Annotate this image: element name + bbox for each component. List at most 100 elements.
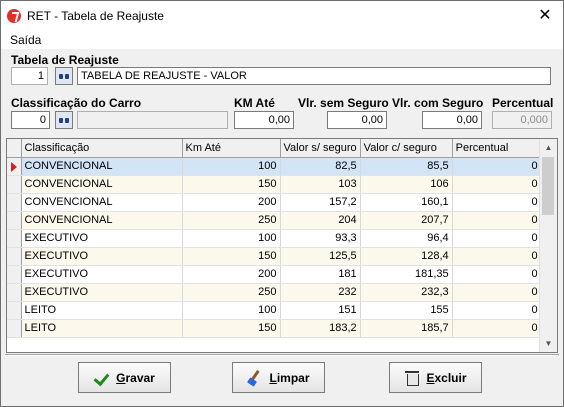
col-classificacao[interactable]: Classificação bbox=[21, 139, 183, 158]
cell-km-ate[interactable]: 200 bbox=[182, 193, 281, 212]
table-row[interactable]: EXECUTIVO 100 93,3 96,4 0 bbox=[7, 229, 542, 248]
table-row[interactable]: LEITO 100 151 155 0 bbox=[7, 301, 542, 320]
row-indicator[interactable] bbox=[7, 157, 22, 176]
cell-classificacao[interactable]: EXECUTIVO bbox=[21, 283, 183, 302]
limpar-button[interactable]: Limpar bbox=[232, 362, 325, 393]
table-row[interactable]: CONVENCIONAL 250 204 207,7 0 bbox=[7, 211, 542, 230]
cell-valor-sem-seguro[interactable]: 181 bbox=[280, 265, 361, 284]
row-indicator[interactable] bbox=[7, 211, 22, 230]
table-row[interactable]: EXECUTIVO 250 232 232,3 0 bbox=[7, 283, 542, 302]
row-indicator[interactable] bbox=[7, 229, 22, 248]
cell-classificacao[interactable]: CONVENCIONAL bbox=[21, 175, 183, 194]
cell-valor-com-seguro[interactable]: 185,7 bbox=[360, 319, 453, 338]
cell-valor-com-seguro[interactable]: 181,35 bbox=[360, 265, 453, 284]
row-indicator[interactable] bbox=[7, 247, 22, 266]
table-row[interactable]: EXECUTIVO 200 181 181,35 0 bbox=[7, 265, 542, 284]
cell-percentual[interactable]: 0 bbox=[452, 175, 542, 194]
cell-percentual[interactable]: 0 bbox=[452, 247, 542, 266]
reajuste-grid[interactable]: Classificação Km Até Valor s/ seguro Val… bbox=[6, 138, 558, 353]
tabela-label: Tabela de Reajuste bbox=[11, 53, 119, 67]
gravar-button[interactable]: Gravar bbox=[78, 362, 171, 393]
cell-classificacao[interactable]: EXECUTIVO bbox=[21, 265, 183, 284]
cell-valor-sem-seguro[interactable]: 183,2 bbox=[280, 319, 361, 338]
close-icon[interactable]: ✕ bbox=[527, 1, 563, 31]
scroll-up-icon[interactable]: ▲ bbox=[540, 139, 557, 156]
window-title: RET - Tabela de Reajuste bbox=[27, 9, 164, 23]
cell-km-ate[interactable]: 100 bbox=[182, 301, 281, 320]
col-valor-com-seguro[interactable]: Valor c/ seguro bbox=[360, 139, 453, 158]
cell-valor-com-seguro[interactable]: 85,5 bbox=[360, 157, 453, 176]
cell-valor-sem-seguro[interactable]: 93,3 bbox=[280, 229, 361, 248]
menu-item-saida[interactable]: Saída bbox=[10, 33, 41, 47]
cell-percentual[interactable]: 0 bbox=[452, 265, 542, 284]
table-row[interactable]: CONVENCIONAL 150 103 106 0 bbox=[7, 175, 542, 194]
classificacao-description-field bbox=[77, 111, 228, 129]
cell-valor-com-seguro[interactable]: 207,7 bbox=[360, 211, 453, 230]
cell-valor-com-seguro[interactable]: 96,4 bbox=[360, 229, 453, 248]
row-indicator[interactable] bbox=[7, 319, 22, 338]
cell-percentual[interactable]: 0 bbox=[452, 229, 542, 248]
cell-percentual[interactable]: 0 bbox=[452, 193, 542, 212]
col-km-ate[interactable]: Km Até bbox=[182, 139, 281, 158]
cell-valor-sem-seguro[interactable]: 151 bbox=[280, 301, 361, 320]
cell-classificacao[interactable]: LEITO bbox=[21, 319, 183, 338]
cell-valor-sem-seguro[interactable]: 232 bbox=[280, 283, 361, 302]
tabela-code-field[interactable]: 1 bbox=[11, 67, 48, 85]
excluir-button[interactable]: Excluir bbox=[389, 362, 482, 393]
table-row[interactable]: EXECUTIVO 150 125,5 128,4 0 bbox=[7, 247, 542, 266]
cell-classificacao[interactable]: LEITO bbox=[21, 301, 183, 320]
cell-valor-com-seguro[interactable]: 232,3 bbox=[360, 283, 453, 302]
classificacao-lookup-button[interactable] bbox=[55, 111, 73, 129]
row-indicator[interactable] bbox=[7, 265, 22, 284]
cell-percentual[interactable]: 0 bbox=[452, 301, 542, 320]
cell-percentual[interactable]: 0 bbox=[452, 157, 542, 176]
cell-classificacao[interactable]: EXECUTIVO bbox=[21, 247, 183, 266]
cell-percentual[interactable]: 0 bbox=[452, 283, 542, 302]
col-valor-sem-seguro[interactable]: Valor s/ seguro bbox=[280, 139, 361, 158]
table-row[interactable]: CONVENCIONAL 100 82,5 85,5 0 bbox=[7, 157, 542, 176]
cell-km-ate[interactable]: 100 bbox=[182, 157, 281, 176]
cell-classificacao[interactable]: EXECUTIVO bbox=[21, 229, 183, 248]
cell-valor-sem-seguro[interactable]: 204 bbox=[280, 211, 361, 230]
cell-valor-sem-seguro[interactable]: 103 bbox=[280, 175, 361, 194]
cell-valor-sem-seguro[interactable]: 157,2 bbox=[280, 193, 361, 212]
cell-valor-sem-seguro[interactable]: 125,5 bbox=[280, 247, 361, 266]
cell-km-ate[interactable]: 200 bbox=[182, 265, 281, 284]
cell-valor-com-seguro[interactable]: 128,4 bbox=[360, 247, 453, 266]
cell-valor-sem-seguro[interactable]: 82,5 bbox=[280, 157, 361, 176]
cell-km-ate[interactable]: 150 bbox=[182, 319, 281, 338]
cell-valor-com-seguro[interactable]: 106 bbox=[360, 175, 453, 194]
vlr-sem-seguro-field[interactable]: 0,00 bbox=[327, 111, 387, 129]
cell-km-ate[interactable]: 150 bbox=[182, 247, 281, 266]
binoculars-icon bbox=[59, 116, 69, 124]
percentual-label: Percentual bbox=[492, 96, 554, 110]
cell-classificacao[interactable]: CONVENCIONAL bbox=[21, 157, 183, 176]
scroll-down-icon[interactable]: ▼ bbox=[540, 335, 557, 352]
cell-classificacao[interactable]: CONVENCIONAL bbox=[21, 193, 183, 212]
tabela-lookup-button[interactable] bbox=[55, 67, 73, 85]
table-row[interactable]: LEITO 150 183,2 185,7 0 bbox=[7, 319, 542, 338]
cell-percentual[interactable]: 0 bbox=[452, 319, 542, 338]
vlr-com-seguro-field[interactable]: 0,00 bbox=[422, 111, 482, 129]
cell-km-ate[interactable]: 250 bbox=[182, 211, 281, 230]
cell-km-ate[interactable]: 100 bbox=[182, 229, 281, 248]
col-percentual[interactable]: Percentual bbox=[452, 139, 542, 158]
cell-classificacao[interactable]: CONVENCIONAL bbox=[21, 211, 183, 230]
km-ate-field[interactable]: 0,00 bbox=[234, 111, 294, 129]
scroll-thumb[interactable] bbox=[542, 157, 554, 215]
vertical-scrollbar[interactable]: ▲ ▼ bbox=[539, 139, 557, 352]
row-indicator[interactable] bbox=[7, 193, 22, 212]
row-indicator[interactable] bbox=[7, 175, 22, 194]
row-indicator[interactable] bbox=[7, 301, 22, 320]
vlr-com-seguro-label: Vlr. com Seguro bbox=[392, 96, 484, 110]
cell-km-ate[interactable]: 150 bbox=[182, 175, 281, 194]
classificacao-code-field[interactable]: 0 bbox=[11, 111, 50, 129]
cell-km-ate[interactable]: 250 bbox=[182, 283, 281, 302]
cell-valor-com-seguro[interactable]: 155 bbox=[360, 301, 453, 320]
table-header-row: Classificação Km Até Valor s/ seguro Val… bbox=[7, 139, 542, 158]
tabela-description-field[interactable]: TABELA DE REAJUSTE - VALOR bbox=[77, 67, 551, 85]
cell-valor-com-seguro[interactable]: 160,1 bbox=[360, 193, 453, 212]
cell-percentual[interactable]: 0 bbox=[452, 211, 542, 230]
table-row[interactable]: CONVENCIONAL 200 157,2 160,1 0 bbox=[7, 193, 542, 212]
row-indicator[interactable] bbox=[7, 283, 22, 302]
